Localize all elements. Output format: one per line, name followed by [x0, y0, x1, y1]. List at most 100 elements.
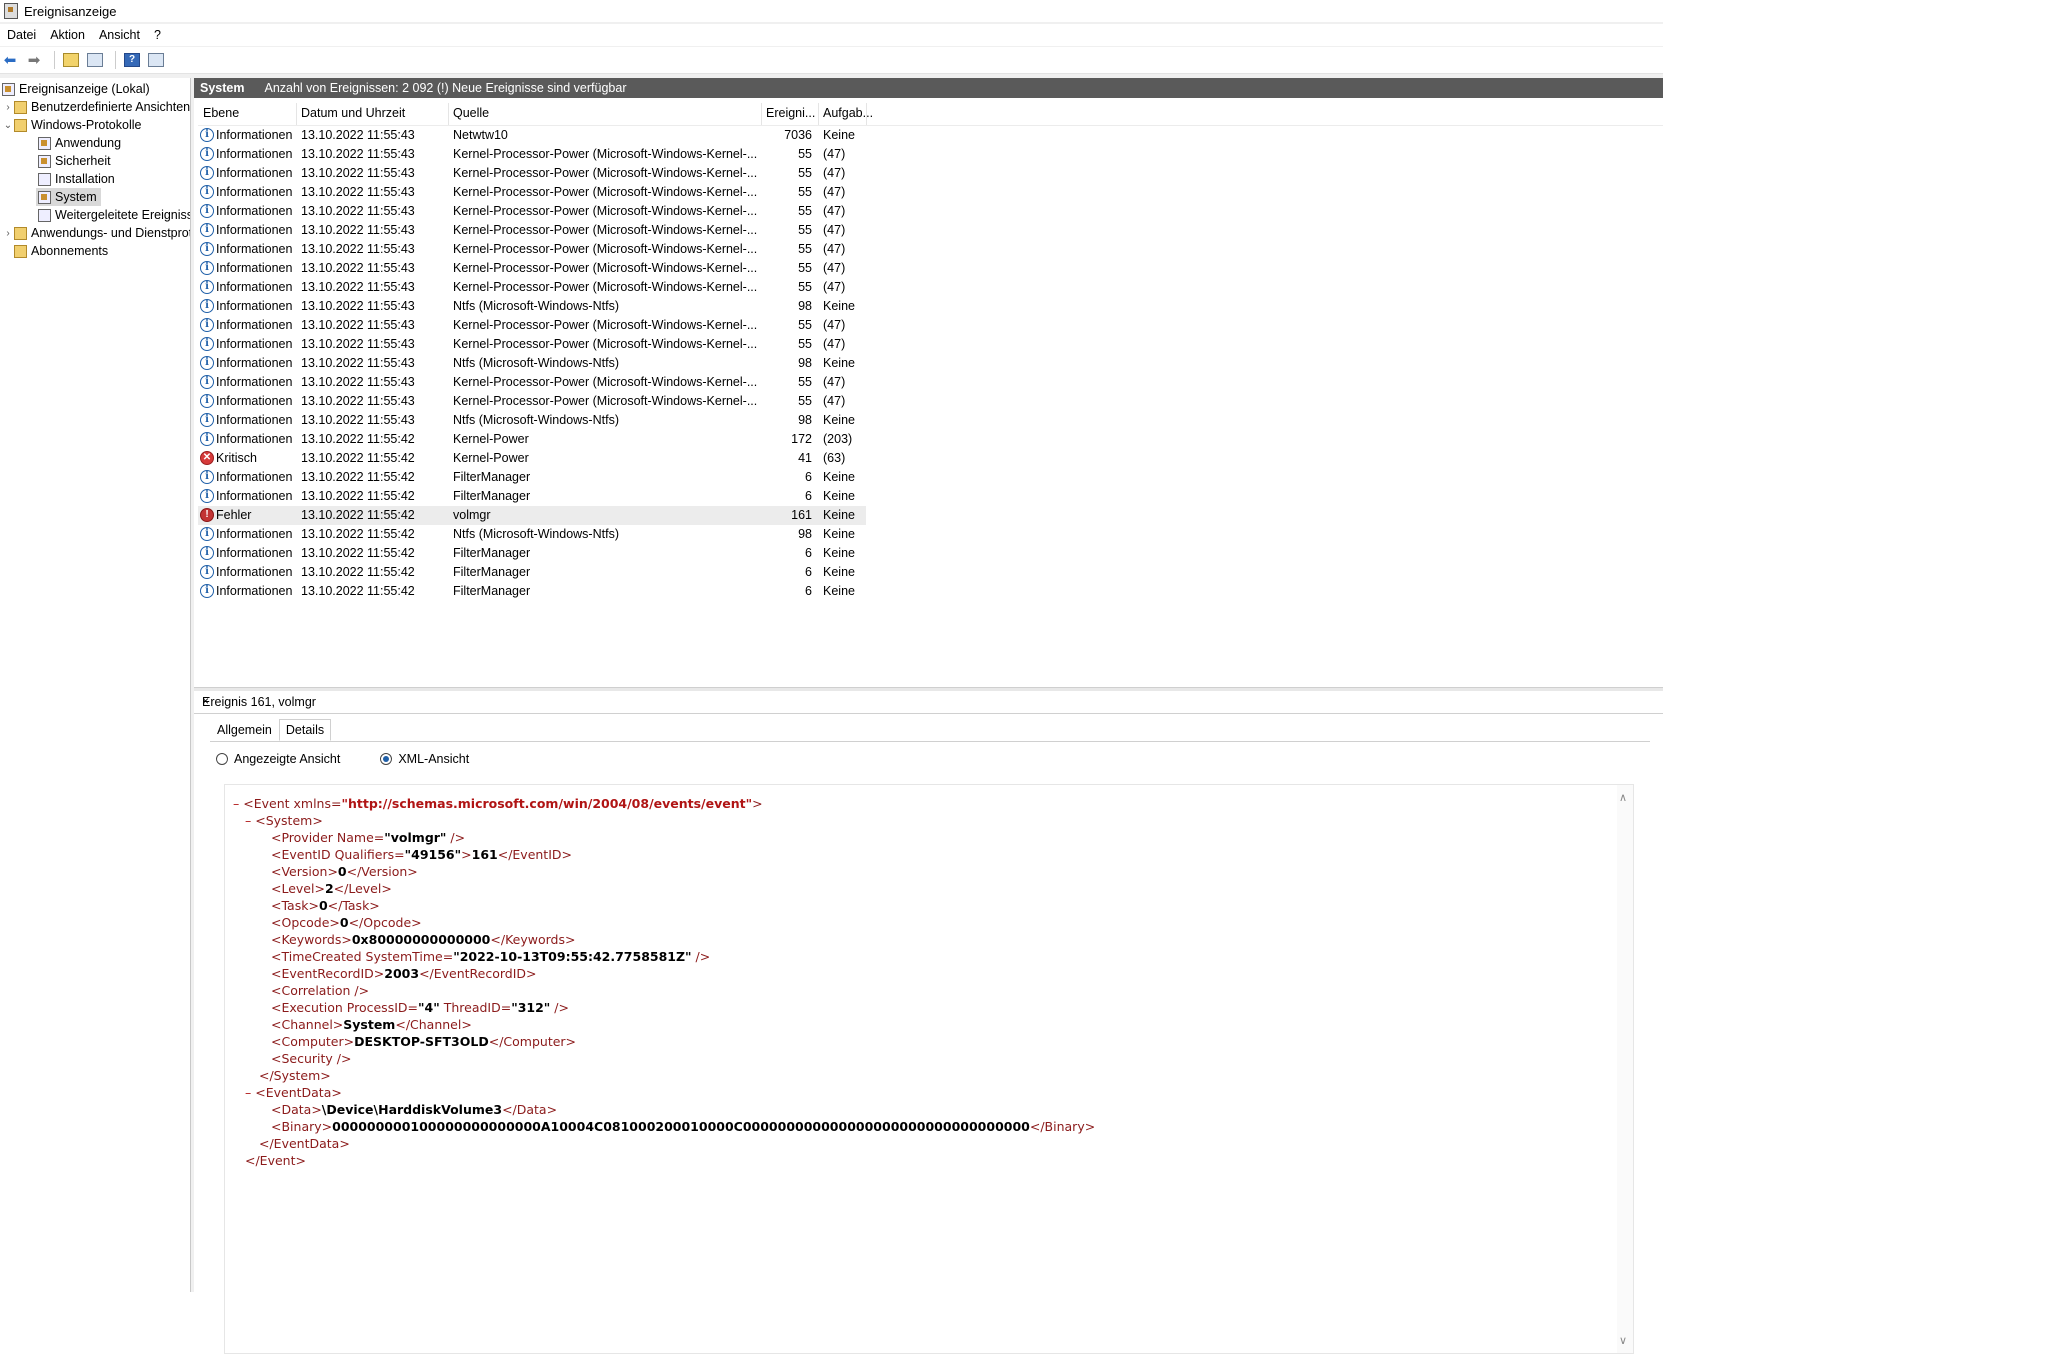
data-date: 13.10.2022 11:55:42	[301, 584, 415, 598]
collapse-icon[interactable]: –	[233, 796, 239, 811]
tree-custom-views[interactable]: › Benutzerdefinierte Ansichten	[2, 98, 190, 116]
xml-event-open: – <Event xmlns="http://schemas.microsoft…	[233, 796, 763, 811]
back-arrow-icon[interactable]: ⬅	[0, 50, 20, 70]
chevron-down-icon[interactable]: ⌄	[2, 120, 14, 131]
info-icon: i	[200, 413, 214, 427]
info-icon: i	[200, 375, 214, 389]
data-source: FilterManager	[453, 584, 531, 598]
data-source: Kernel-Power	[453, 432, 529, 446]
scroll-down-icon[interactable]: ∨	[1619, 1334, 1627, 1347]
table-row[interactable]: i Informationen 13.10.2022 11:55:43 Kernel-…	[198, 202, 866, 221]
tab-details[interactable]: Details	[278, 719, 332, 741]
col-source[interactable]: Quelle	[453, 106, 489, 120]
table-row[interactable]: i Informationen 13.10.2022 11:55:42 FilterM…	[198, 582, 866, 601]
event-list[interactable]: Ebene Datum und Uhrzeit Quelle Ereigni..…	[198, 103, 1663, 683]
radio-xml-view[interactable]	[380, 753, 393, 765]
xml-scrollbar[interactable]: ∧ ∨	[1617, 785, 1633, 1353]
xml-level: <Level>2</Level>	[271, 881, 392, 896]
radio-friendly-view[interactable]	[216, 753, 228, 765]
menu-help[interactable]: ?	[147, 28, 168, 42]
table-row[interactable]: i Informationen 13.10.2022 11:55:42 Kernel-…	[198, 430, 866, 449]
table-row[interactable]: i Informationen 13.10.2022 11:55:43 Kernel-…	[198, 240, 866, 259]
tree-security-label: Sicherheit	[55, 154, 111, 168]
table-row[interactable]: i Informationen 13.10.2022 11:55:43 Kernel-…	[198, 221, 866, 240]
data-event-id: 41	[798, 451, 812, 465]
data-date: 13.10.2022 11:55:42	[301, 546, 415, 560]
table-row[interactable]: i Informationen 13.10.2022 11:55:42 FilterM…	[198, 563, 866, 582]
table-row[interactable]: i Informationen 13.10.2022 11:55:43 Kernel-…	[198, 164, 866, 183]
table-row[interactable]: i Informationen 13.10.2022 11:55:42 FilterM…	[198, 487, 866, 506]
tree-installation[interactable]: Installation	[38, 170, 115, 188]
data-event-id: 55	[798, 261, 812, 275]
data-level: Informationen	[216, 166, 293, 180]
tree-forwarded[interactable]: Weitergeleitete Ereignisse	[38, 206, 190, 224]
info-icon: i	[200, 166, 214, 180]
data-event-id: 6	[805, 565, 812, 579]
help-icon[interactable]: ?	[122, 50, 142, 70]
tree-subscriptions[interactable]: Abonnements	[14, 242, 108, 260]
data-level: Informationen	[216, 242, 293, 256]
data-source: Ntfs (Microsoft-Windows-Ntfs)	[453, 527, 619, 541]
data-event-id: 6	[805, 470, 812, 484]
console-tree-icon[interactable]	[85, 50, 105, 70]
data-source: FilterManager	[453, 546, 531, 560]
tab-general[interactable]: Allgemein	[210, 719, 279, 741]
info-icon: i	[200, 299, 214, 313]
scroll-up-icon[interactable]: ∧	[1619, 791, 1627, 804]
collapse-icon[interactable]: –	[245, 1085, 251, 1100]
chevron-right-icon[interactable]: ›	[2, 228, 14, 239]
data-event-id: 55	[798, 204, 812, 218]
menu-aktion[interactable]: Aktion	[43, 28, 92, 42]
data-level: Informationen	[216, 223, 293, 237]
data-event-id: 172	[791, 432, 812, 446]
table-row[interactable]: i Informationen 13.10.2022 11:55:42 FilterM…	[198, 544, 866, 563]
menu-ansicht[interactable]: Ansicht	[92, 28, 147, 42]
table-row[interactable]: i Informationen 13.10.2022 11:55:43 Kernel-…	[198, 335, 866, 354]
table-row[interactable]: i Informationen 13.10.2022 11:55:43 Kernel-…	[198, 316, 866, 335]
table-row[interactable]: i Informationen 13.10.2022 11:55:43 Ntfs (M…	[198, 411, 866, 430]
col-date[interactable]: Datum und Uhrzeit	[301, 106, 405, 120]
radio-friendly-label[interactable]: Angezeigte Ansicht	[234, 752, 340, 766]
data-event-id: 55	[798, 394, 812, 408]
table-row[interactable]: i Informationen 13.10.2022 11:55:43 Kernel-…	[198, 183, 866, 202]
table-row[interactable]: ! Fehler 13.10.2022 11:55:42 volmgr 161 Keine	[198, 506, 866, 525]
table-row[interactable]: i Informationen 13.10.2022 11:55:43 Netwtw1…	[198, 126, 866, 145]
col-event-id[interactable]: Ereigni...	[766, 106, 815, 120]
collapse-icon[interactable]: –	[245, 813, 251, 828]
data-event-id: 55	[798, 166, 812, 180]
data-level: Informationen	[216, 470, 293, 484]
menu-datei[interactable]: Datei	[0, 28, 43, 42]
tree-app-services[interactable]: › Anwendungs- und Dienstprotokolle	[2, 224, 190, 242]
action-pane-icon[interactable]	[146, 50, 166, 70]
tree-application[interactable]: Anwendung	[38, 134, 121, 152]
data-source: Kernel-Processor-Power (Microsoft-Window…	[453, 185, 758, 199]
table-row[interactable]: i Informationen 13.10.2022 11:55:42 FilterM…	[198, 468, 866, 487]
table-row[interactable]: i Informationen 13.10.2022 11:55:43 Ntfs (M…	[198, 354, 866, 373]
open-folder-icon[interactable]	[61, 50, 81, 70]
table-row[interactable]: i Informationen 13.10.2022 11:55:43 Kernel-…	[198, 278, 866, 297]
chevron-right-icon[interactable]: ›	[2, 102, 14, 113]
folder-icon	[14, 118, 27, 132]
table-row[interactable]: i Informationen 13.10.2022 11:55:43 Kernel-…	[198, 145, 866, 164]
radio-xml-label[interactable]: XML-Ansicht	[398, 752, 469, 766]
table-row[interactable]: i Informationen 13.10.2022 11:55:43 Kernel-…	[198, 392, 866, 411]
tree-system[interactable]: System	[36, 188, 101, 206]
data-task: Keine	[823, 489, 855, 503]
col-level[interactable]: Ebene	[203, 106, 239, 120]
data-task: Keine	[823, 356, 855, 370]
tree-security[interactable]: Sicherheit	[38, 152, 111, 170]
table-row[interactable]: i Informationen 13.10.2022 11:55:42 Ntfs (M…	[198, 525, 866, 544]
table-row[interactable]: i Informationen 13.10.2022 11:55:43 Kernel-…	[198, 259, 866, 278]
tree-windows-logs[interactable]: ⌄ Windows-Protokolle	[2, 116, 142, 134]
log-icon	[38, 154, 51, 168]
table-row[interactable]: i Informationen 13.10.2022 11:55:43 Ntfs (M…	[198, 297, 866, 316]
forward-arrow-icon[interactable]: ➡	[24, 50, 44, 70]
data-date: 13.10.2022 11:55:43	[301, 394, 415, 408]
xml-view[interactable]: – <Event xmlns="http://schemas.microsoft…	[224, 784, 1634, 1354]
tree-root[interactable]: Ereignisanzeige (Lokal)	[2, 80, 150, 98]
table-row[interactable]: ✕ Kritisch 13.10.2022 11:55:42 Kernel-Power…	[198, 449, 866, 468]
table-row[interactable]: i Informationen 13.10.2022 11:55:43 Kernel-…	[198, 373, 866, 392]
tree-winlogs-label: Windows-Protokolle	[31, 118, 142, 132]
close-icon[interactable]: ×	[202, 694, 1663, 708]
info-icon: i	[200, 128, 214, 142]
